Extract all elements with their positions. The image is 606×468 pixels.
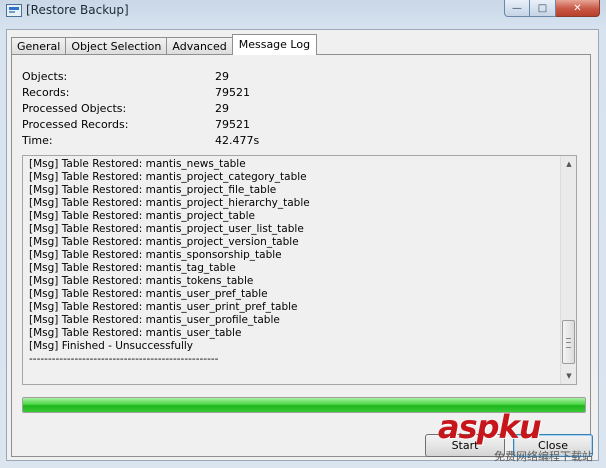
stat-label: Processed Objects:	[22, 102, 127, 115]
message-log-textbox[interactable]: [Msg] Table Restored: mantis_news_table …	[22, 155, 577, 385]
log-scrollbar[interactable]: ▲ ▼	[560, 156, 576, 384]
log-line: [Msg] Table Restored: mantis_project_cat…	[29, 171, 307, 183]
watermark-main: asp	[438, 408, 500, 446]
log-line: [Msg] Table Restored: mantis_project_hie…	[29, 197, 310, 209]
log-line: [Msg] Table Restored: mantis_project_use…	[29, 223, 304, 235]
log-line: [Msg] Table Restored: mantis_user_profil…	[29, 314, 280, 326]
stat-label: Records:	[22, 86, 70, 99]
maximize-button[interactable]: □	[530, 0, 556, 17]
tab-message-log[interactable]: Message Log	[231, 34, 318, 55]
log-line: [Msg] Table Restored: mantis_project_ver…	[29, 236, 299, 248]
log-line: [Msg] Table Restored: mantis_project_fil…	[29, 184, 277, 196]
scrollbar-thumb[interactable]	[562, 320, 575, 364]
log-lines: [Msg] Table Restored: mantis_news_table …	[29, 158, 310, 366]
minimize-button[interactable]: —	[504, 0, 530, 17]
log-line: [Msg] Finished - Unsuccessfully	[29, 340, 194, 352]
grip-icon	[566, 338, 571, 348]
stat-label: Objects:	[22, 70, 68, 83]
stat-value: 29	[215, 102, 229, 115]
stat-value: 29	[215, 70, 229, 83]
message-log-panel: Objects: 29 Records: 79521 Processed Obj…	[11, 54, 591, 457]
caption-buttons: — □ ✕	[504, 0, 600, 18]
scroll-down-arrow-icon[interactable]: ▼	[561, 368, 576, 384]
watermark-logo: aspku	[438, 408, 542, 446]
log-line: [Msg] Table Restored: mantis_project_tab…	[29, 210, 255, 222]
watermark-subtitle: 免费网络编程下载站	[494, 450, 593, 463]
log-line: ----------------------------------------…	[29, 353, 219, 365]
log-line: [Msg] Table Restored: mantis_user_print_…	[29, 301, 298, 313]
log-line: [Msg] Table Restored: mantis_user_table	[29, 327, 242, 339]
app-window-icon	[6, 4, 22, 17]
tab-strip: General Object Selection Advanced Messag…	[11, 34, 318, 55]
log-line: [Msg] Table Restored: mantis_tokens_tabl…	[29, 275, 254, 287]
log-line: [Msg] Table Restored: mantis_tag_table	[29, 262, 236, 274]
log-line: [Msg] Table Restored: mantis_sponsorship…	[29, 249, 282, 261]
log-line: [Msg] Table Restored: mantis_news_table	[29, 158, 246, 170]
title-bar[interactable]: [Restore Backup] — □ ✕	[0, 0, 606, 22]
restore-backup-window: [Restore Backup] — □ ✕ General Object Se…	[0, 0, 606, 468]
stat-value: 79521	[215, 86, 250, 99]
close-window-button[interactable]: ✕	[556, 0, 600, 17]
tab-object-selection[interactable]: Object Selection	[65, 37, 168, 55]
window-title: [Restore Backup]	[26, 3, 129, 17]
tab-general[interactable]: General	[11, 37, 67, 55]
stat-label: Time:	[22, 134, 53, 147]
watermark-accent: ku	[498, 408, 542, 446]
stat-value: 79521	[215, 118, 250, 131]
dialog-client-area: General Object Selection Advanced Messag…	[6, 29, 599, 461]
stat-value: 42.477s	[215, 134, 260, 147]
scroll-up-arrow-icon[interactable]: ▲	[561, 156, 576, 172]
tab-advanced[interactable]: Advanced	[166, 37, 233, 55]
stat-label: Processed Records:	[22, 118, 129, 131]
log-line: [Msg] Table Restored: mantis_user_pref_t…	[29, 288, 268, 300]
